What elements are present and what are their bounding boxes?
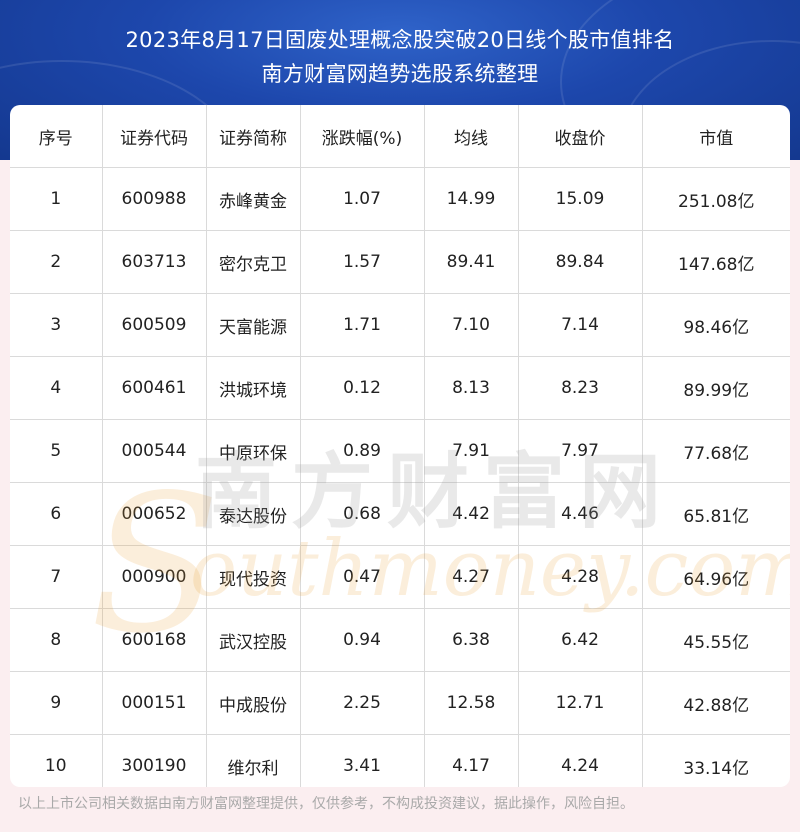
table-cell: 0.12 (300, 356, 425, 420)
table-cell: 1.07 (300, 167, 425, 231)
table-cell: 0.94 (300, 608, 425, 672)
table-cell: 8 (10, 608, 103, 672)
table-row: 7 000900 现代投资 0.47 4.27 4.28 64.96亿 (10, 545, 790, 609)
table-cell: 维尔利 (206, 734, 301, 787)
table-cell: 600509 (102, 293, 207, 357)
table-cell: 8.13 (424, 356, 519, 420)
table-cell: 147.68亿 (642, 230, 790, 294)
table-cell: 000151 (102, 671, 207, 735)
table-cell: 7.10 (424, 293, 519, 357)
table-cell: 1 (10, 167, 103, 231)
table-cell: 10 (10, 734, 103, 787)
page-subtitle: 南方财富网趋势选股系统整理 (261, 62, 539, 86)
table-header-row: 序号 证券代码 证券简称 涨跌幅(%) 均线 收盘价 市值 (10, 105, 790, 168)
table-cell: 89.84 (518, 230, 643, 294)
table-row: 2 603713 密尔克卫 1.57 89.41 89.84 147.68亿 (10, 230, 790, 294)
table-cell: 2 (10, 230, 103, 294)
column-header: 证券简称 (206, 105, 301, 168)
table-cell: 12.71 (518, 671, 643, 735)
table-cell: 4 (10, 356, 103, 420)
table-cell: 0.47 (300, 545, 425, 609)
table-cell: 7 (10, 545, 103, 609)
page-title: 2023年8月17日固废处理概念股突破20日线个股市值排名 (125, 28, 675, 52)
table-cell: 77.68亿 (642, 419, 790, 483)
disclaimer: 以上上市公司相关数据由南方财富网整理提供，仅供参考，不构成投资建议，据此操作，风… (18, 796, 634, 812)
table-cell: 000544 (102, 419, 207, 483)
column-header: 收盘价 (518, 105, 643, 168)
table-cell: 中原环保 (206, 419, 301, 483)
table-row: 5 000544 中原环保 0.89 7.91 7.97 77.68亿 (10, 419, 790, 483)
table-cell: 中成股份 (206, 671, 301, 735)
table-cell: 洪城环境 (206, 356, 301, 420)
table-row: 3 600509 天富能源 1.71 7.10 7.14 98.46亿 (10, 293, 790, 357)
data-table-card: 序号 证券代码 证券简称 涨跌幅(%) 均线 收盘价 市值 1 600988 赤峰黄金 1.07 1… (10, 105, 790, 787)
table-cell: 14.99 (424, 167, 519, 231)
table-cell: 45.55亿 (642, 608, 790, 672)
table-cell: 65.81亿 (642, 482, 790, 546)
table-cell: 4.28 (518, 545, 643, 609)
table-cell: 15.09 (518, 167, 643, 231)
table-row: 4 600461 洪城环境 0.12 8.13 8.23 89.99亿 (10, 356, 790, 420)
table-cell: 42.88亿 (642, 671, 790, 735)
table-cell: 600988 (102, 167, 207, 231)
table-cell: 6 (10, 482, 103, 546)
table-cell: 8.23 (518, 356, 643, 420)
table-cell: 4.42 (424, 482, 519, 546)
table-cell: 89.99亿 (642, 356, 790, 420)
table-cell: 6.42 (518, 608, 643, 672)
table-row: 8 600168 武汉控股 0.94 6.38 6.42 45.55亿 (10, 608, 790, 672)
table-cell: 武汉控股 (206, 608, 301, 672)
table-cell: 000900 (102, 545, 207, 609)
table-cell: 泰达股份 (206, 482, 301, 546)
table-cell: 4.27 (424, 545, 519, 609)
table-cell: 0.68 (300, 482, 425, 546)
table-cell: 1.71 (300, 293, 425, 357)
table-row: 1 600988 赤峰黄金 1.07 14.99 15.09 251.08亿 (10, 167, 790, 231)
table-cell: 64.96亿 (642, 545, 790, 609)
table-cell: 0.89 (300, 419, 425, 483)
table-cell: 33.14亿 (683, 758, 750, 779)
column-header: 均线 (424, 105, 519, 168)
table-row: 6 000652 泰达股份 0.68 4.42 4.46 65.81亿 (10, 482, 790, 546)
table-cell: 1.57 (300, 230, 425, 294)
table-cell: 300190 (102, 734, 207, 787)
column-header: 涨跌幅(%) (300, 105, 425, 168)
table-cell: 600461 (102, 356, 207, 420)
table-cell: 3.41 (300, 734, 425, 787)
table-cell: 4.24 (518, 734, 643, 787)
table-cell: 4.17 (424, 734, 519, 787)
column-header: 序号 (10, 105, 103, 168)
table-cell: 7.91 (424, 419, 519, 483)
table-cell: 9 (10, 671, 103, 735)
table-cell: 603713 (102, 230, 207, 294)
column-header: 市值 (642, 105, 790, 168)
table-cell: 4.46 (518, 482, 643, 546)
table-cell: 3 (10, 293, 103, 357)
table-cell: 000652 (102, 482, 207, 546)
table-row: 9 000151 中成股份 2.25 12.58 12.71 42.88亿 (10, 671, 790, 735)
table-cell: 6.38 (424, 608, 519, 672)
table-cell: 5 (10, 419, 103, 483)
table-row: 10 300190 维尔利 3.41 4.17 4.24 33.14亿 (10, 734, 790, 787)
column-header: 证券代码 (102, 105, 207, 168)
table-cell: 600168 (102, 608, 207, 672)
table-cell: 7.14 (518, 293, 643, 357)
table-cell: 251.08亿 (642, 167, 790, 231)
stock-table: 序号 证券代码 证券简称 涨跌幅(%) 均线 收盘价 市值 1 600988 赤峰黄金 1.07 1… (10, 105, 790, 787)
table-cell: 2.25 (300, 671, 425, 735)
table-cell: 12.58 (424, 671, 519, 735)
table-cell: 现代投资 (206, 545, 301, 609)
table-cell: 89.41 (424, 230, 519, 294)
table-cell: 赤峰黄金 (206, 167, 301, 231)
table-body: 1 600988 赤峰黄金 1.07 14.99 15.09 251.08亿 2 603713 密… (10, 167, 790, 787)
table-cell: 天富能源 (206, 293, 301, 357)
table-cell: 7.97 (518, 419, 643, 483)
table-cell: 98.46亿 (642, 293, 790, 357)
table-cell: 密尔克卫 (206, 230, 301, 294)
